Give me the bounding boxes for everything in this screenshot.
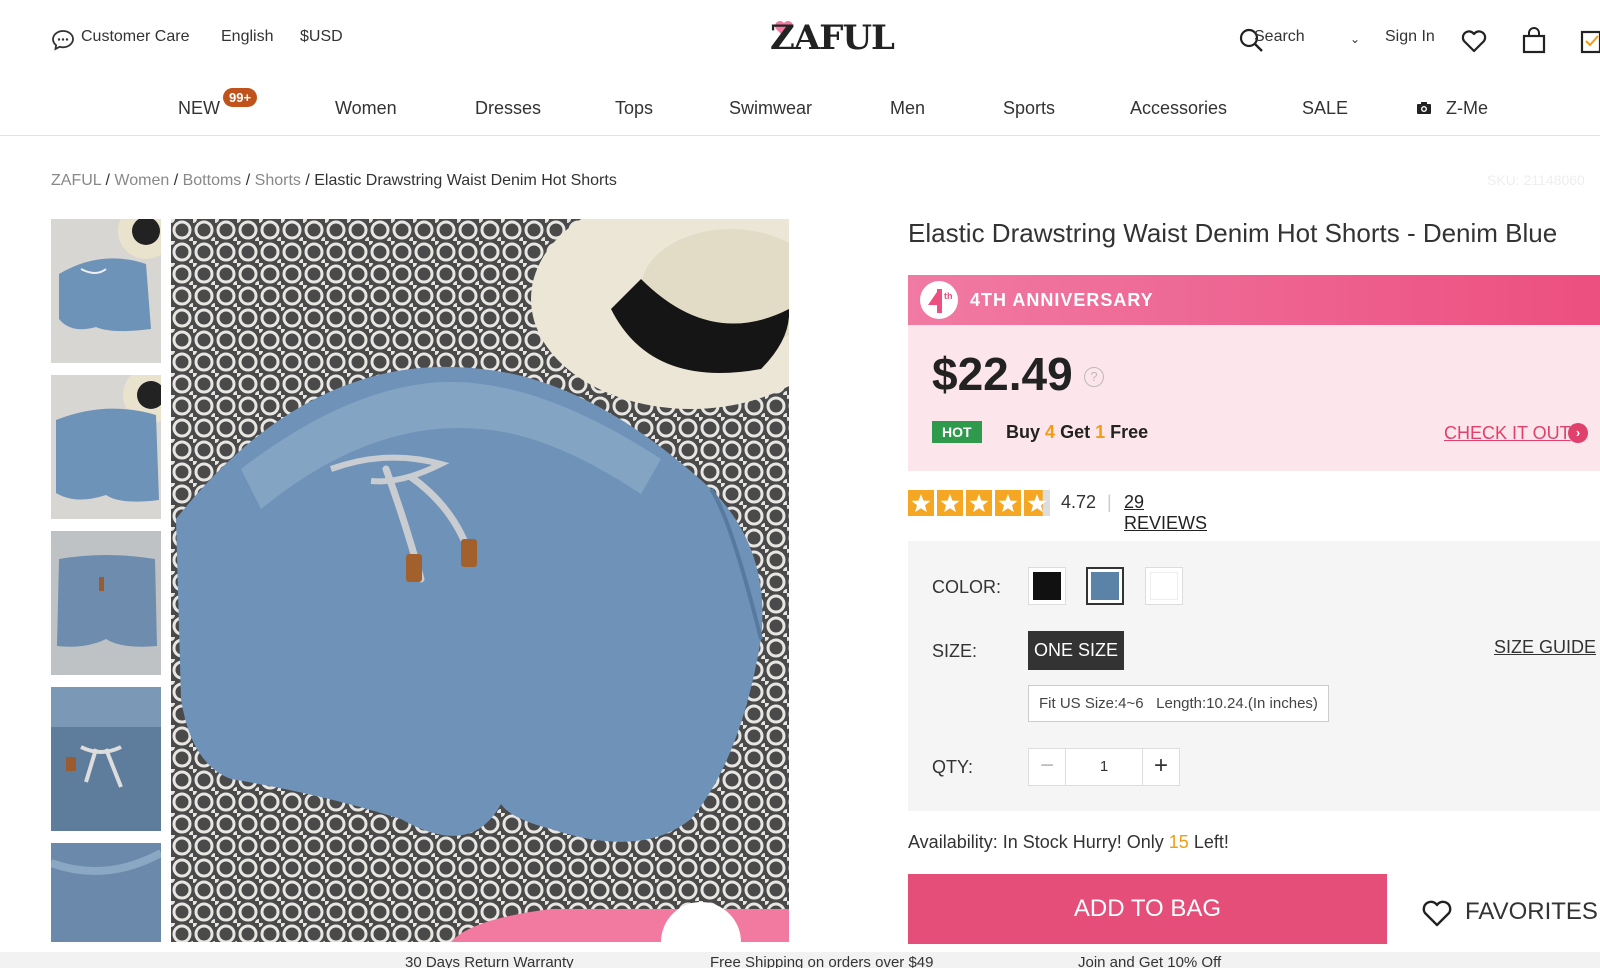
breadcrumb-link[interactable]: Women [114,172,169,189]
nav-item-sale[interactable]: SALE [1302,98,1348,119]
nav-item-new[interactable]: NEW [178,98,220,119]
breadcrumb-current: Elastic Drawstring Waist Denim Hot Short… [314,172,617,189]
size-option-one-size[interactable]: ONE SIZE [1028,631,1125,670]
search-label[interactable]: Search [1254,28,1305,46]
zaful-logo[interactable]: ZAFUL [770,18,895,58]
nav-item-men[interactable]: Men [890,98,925,119]
product-main-image[interactable] [171,219,789,942]
product-thumbnail[interactable] [51,843,161,942]
breadcrumb-link[interactable]: ZAFUL [51,172,101,189]
check-it-out-link[interactable]: CHECK IT OUT [1444,423,1571,444]
sign-in-link[interactable]: Sign In [1385,28,1435,46]
plus-icon[interactable]: + [1142,748,1180,786]
size-guide-link[interactable]: SIZE GUIDE [1494,637,1596,658]
product-price: $22.49 [932,348,1073,400]
nav-item-dresses[interactable]: Dresses [475,98,541,119]
product-thumbnail[interactable] [51,219,161,363]
availability-text: Availability: In Stock Hurry! Only 15 Le… [908,832,1229,852]
color-swatch-white[interactable] [1145,567,1183,605]
svg-text:th: th [944,291,953,301]
help-icon[interactable]: ? [1084,367,1104,387]
hot-badge: HOT [932,421,982,443]
camera-icon [1417,102,1431,114]
product-thumbnail[interactable] [51,687,161,831]
chat-icon[interactable] [51,28,75,52]
size-label: SIZE: [932,641,978,661]
quantity-input[interactable]: 1 [1065,748,1143,786]
rating-value: 4.72 [1061,492,1097,512]
nav-item-accessories[interactable]: Accessories [1130,98,1227,119]
minus-icon[interactable]: − [1028,748,1066,786]
benefits-strip: 30 Days Return Warranty Free Shipping on… [0,952,1600,968]
anniversary-banner: th 4TH ANNIVERSARY [908,275,1600,325]
new-count-badge: 99+ [223,88,258,107]
nav-item-women[interactable]: Women [335,98,397,119]
sku-label: SKU: 21148060 [1487,172,1585,188]
customer-care-link[interactable]: Customer Care [81,28,189,46]
rating-stars-icon [908,490,1050,516]
shopping-bag-icon[interactable] [1520,27,1548,55]
color-label: COLOR: [932,577,1002,597]
anniversary-title: 4TH ANNIVERSARY [970,290,1154,310]
nav-item-tops[interactable]: Tops [615,98,653,119]
favorites-label: FAVORITES [1465,898,1598,925]
options-panel: COLOR: SIZE: ONE SIZE SIZE GUIDE Fit US … [908,541,1600,811]
anniversary-logo-icon: th [920,281,958,319]
breadcrumb-link[interactable]: Bottoms [183,172,242,189]
main-nav: NEW 99+ Women Dresses Tops Swimwear Men … [0,76,1600,136]
language-selector[interactable]: English [221,28,273,46]
product-title: Elastic Drawstring Waist Denim Hot Short… [908,218,1558,248]
price-panel: $22.49 ? HOT Buy 4 Get 1 Free CHECK IT O… [908,325,1600,471]
stock-count: 15 [1168,832,1189,852]
color-swatch-denim-blue[interactable] [1086,567,1124,605]
arrow-right-icon[interactable]: › [1568,423,1588,443]
promo-text: Buy 4 Get 1 Free [1006,422,1149,442]
nav-item-z-me[interactable]: Z-Me [1446,98,1488,119]
benefit-item: 30 Days Return Warranty [405,954,574,968]
orders-icon[interactable] [1580,27,1600,55]
product-thumbnail[interactable] [51,375,161,519]
top-bar: Customer Care English $USD ZAFUL Search … [0,0,1600,76]
qty-label: QTY: [932,757,974,777]
benefit-item: Free Shipping on orders over $49 [710,954,934,968]
nav-item-sports[interactable]: Sports [1003,98,1055,119]
add-to-bag-button[interactable]: ADD TO BAG [908,874,1387,944]
currency-selector[interactable]: $USD [300,28,343,46]
fit-info: Fit US Size:4~6 Length:10.24.(In inches) [1028,685,1329,722]
heart-icon [1422,900,1452,927]
breadcrumb-link[interactable]: Shorts [255,172,301,189]
breadcrumb: ZAFUL / Women / Bottoms / Shorts / Elast… [51,172,617,189]
heart-icon[interactable] [1460,27,1488,55]
color-swatch-black[interactable] [1028,567,1066,605]
benefit-item: Join and Get 10% Off [1078,954,1222,968]
chevron-down-icon[interactable]: ⌄ [1350,32,1360,46]
product-thumbnail[interactable] [51,531,161,675]
nav-item-swimwear[interactable]: Swimwear [729,98,812,119]
reviews-link[interactable]: 29 REVIEWS [1124,492,1207,534]
